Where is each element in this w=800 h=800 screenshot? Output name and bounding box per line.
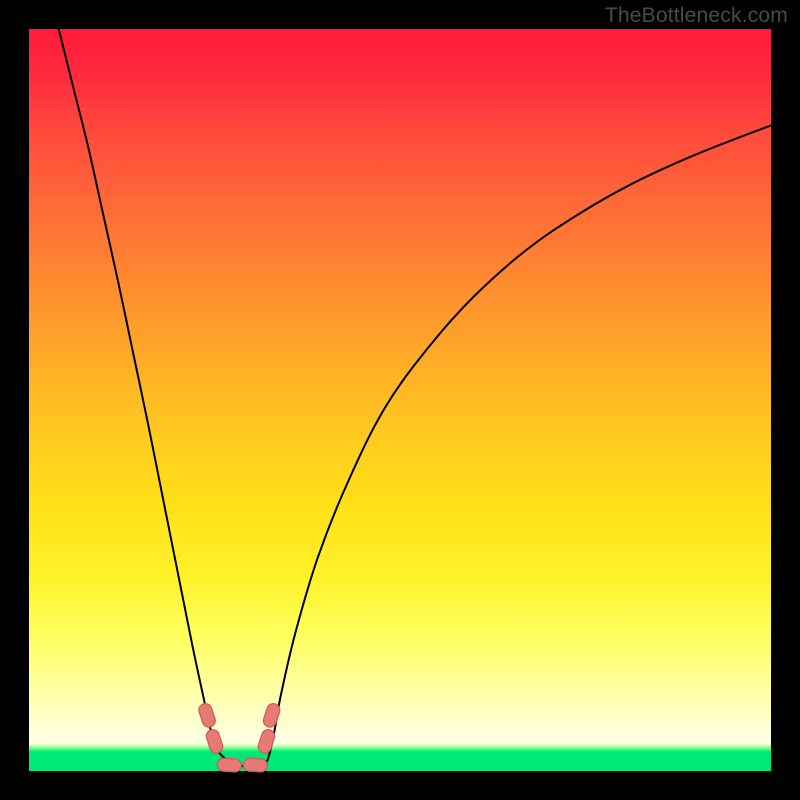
- chart-svg: [0, 0, 800, 800]
- bead-bottom-b: [243, 758, 268, 772]
- chart-frame: TheBottleneck.com: [0, 0, 800, 800]
- bead-left-upper: [197, 702, 217, 729]
- curve-layer: [59, 29, 771, 767]
- marker-layer: [197, 702, 281, 772]
- bead-right-upper: [262, 702, 282, 729]
- curve-right-curve: [255, 125, 771, 767]
- curve-left-curve: [59, 29, 256, 767]
- bead-bottom-a: [217, 758, 242, 772]
- bead-left-lower: [205, 728, 225, 755]
- bead-right-lower: [257, 728, 277, 755]
- watermark-text: TheBottleneck.com: [605, 4, 788, 28]
